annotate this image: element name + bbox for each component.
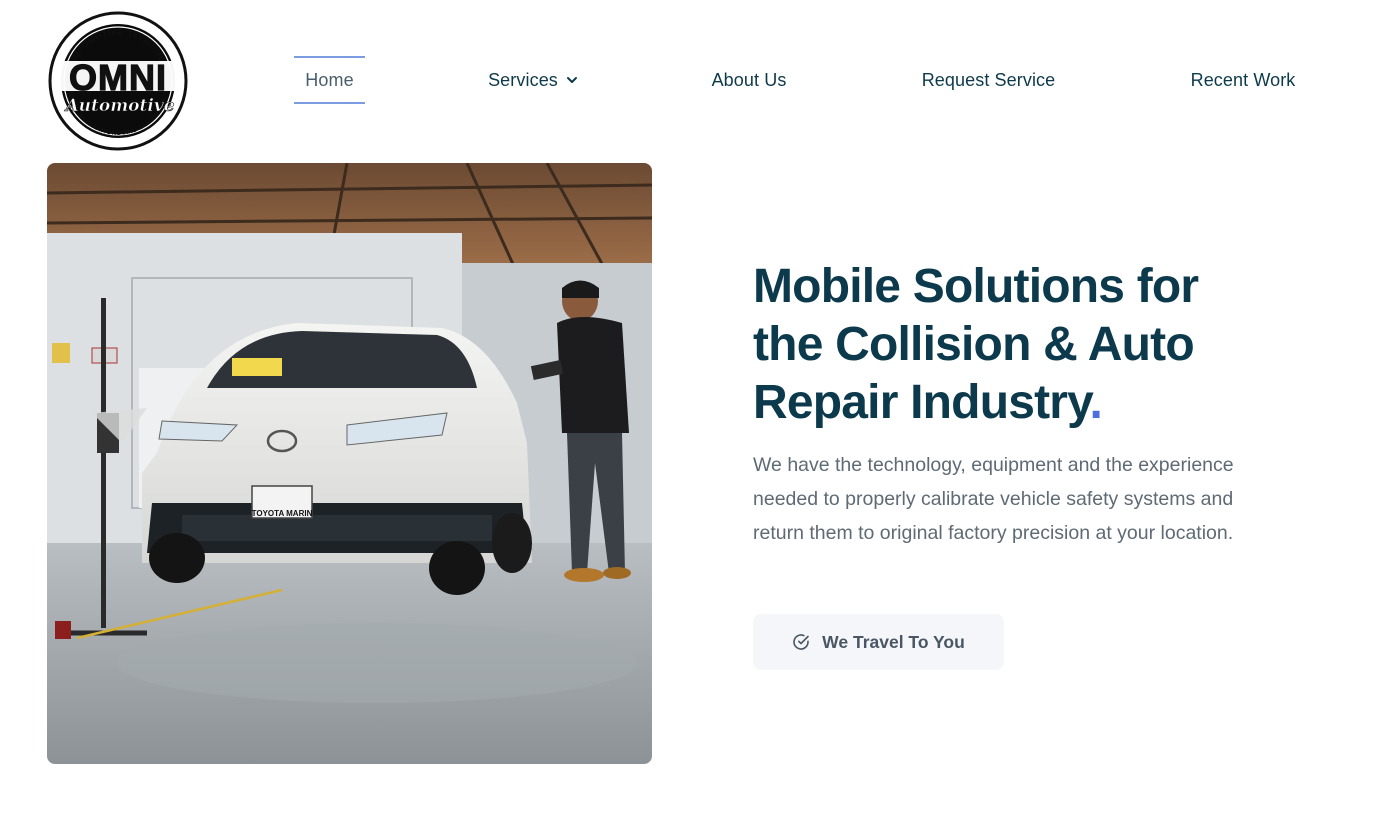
page: OMNI AUTOMOTIVE TECHNOLOGIES ADAS CALIBR… [0, 0, 1379, 839]
nav-recent-work[interactable]: Recent Work [1180, 56, 1306, 104]
check-circle-icon [793, 634, 809, 650]
hero-image: TOYOTA MARIN [47, 163, 652, 764]
hero-description: We have the technology, equipment and th… [753, 454, 1234, 544]
nav-services-label: Services [488, 69, 558, 90]
chevron-down-icon [566, 77, 577, 83]
nav-recent-label: Recent Work [1190, 69, 1296, 90]
hero-headline-text: Mobile Solutions for the Collision & Aut… [753, 260, 1199, 429]
headline-accent-dot: . [1089, 376, 1103, 429]
nav-request-service[interactable]: Request Service [911, 56, 1066, 104]
nav-request-label: Request Service [921, 69, 1056, 90]
nav-home-label: Home [305, 69, 354, 90]
cta-label: We Travel To You [822, 631, 965, 652]
nav-about-us[interactable]: About Us [700, 56, 798, 104]
nav-home[interactable]: Home [294, 56, 365, 104]
we-travel-to-you-button[interactable]: We Travel To You [753, 614, 1004, 670]
license-plate-text: TOYOTA MARIN [252, 509, 313, 518]
main-nav: Home Services About Us Request Service R… [0, 56, 1379, 106]
nav-services[interactable]: Services [478, 56, 588, 104]
hero-headline: Mobile Solutions for the Collision & Aut… [753, 258, 1273, 432]
hero-photo-illustration: TOYOTA MARIN [47, 163, 652, 764]
nav-about-label: About Us [711, 69, 787, 90]
